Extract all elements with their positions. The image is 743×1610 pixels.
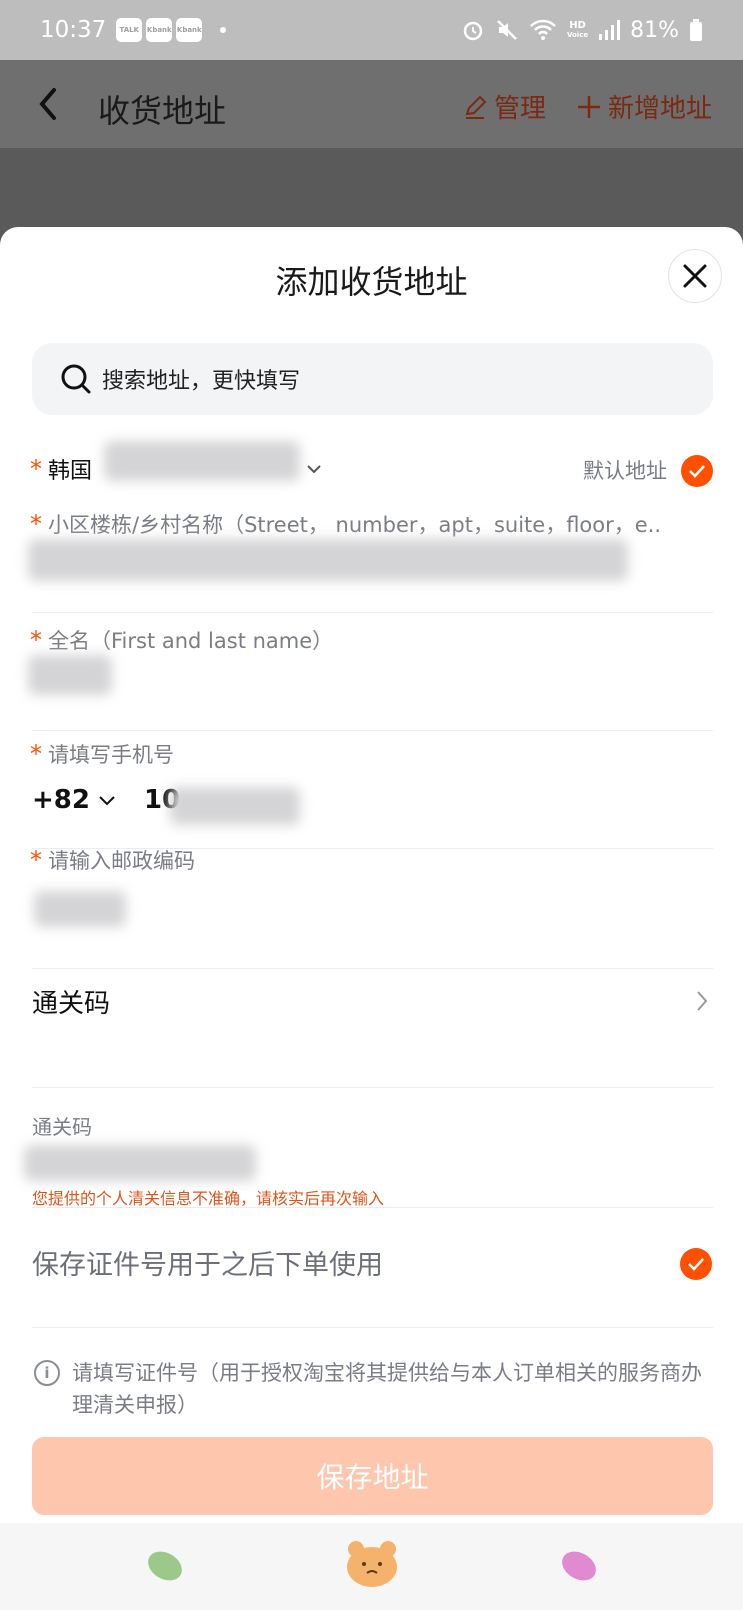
checkmark-icon bbox=[689, 465, 705, 478]
fullname-field-label: * 全名（First and last name） bbox=[30, 626, 334, 654]
search-icon bbox=[61, 364, 91, 394]
country-selector[interactable]: * 韩国 bbox=[30, 453, 92, 485]
country-code-selector[interactable]: +82 bbox=[32, 785, 90, 815]
save-id-label: 保存证件号用于之后下单使用 bbox=[32, 1250, 383, 1281]
status-time: 10:37 bbox=[40, 17, 107, 43]
divider bbox=[32, 1207, 713, 1208]
back-arrow-icon[interactable] bbox=[34, 84, 64, 124]
customs-input-redacted[interactable] bbox=[24, 1145, 256, 1181]
country-label: 韩国 bbox=[48, 459, 93, 484]
manage-label: 管理 bbox=[494, 94, 547, 124]
new-address-label: 新增地址 bbox=[608, 94, 713, 124]
recents-nav-icon[interactable] bbox=[558, 1545, 600, 1587]
mute-icon bbox=[497, 20, 517, 40]
talk-notification-icon: TALK bbox=[116, 18, 143, 42]
signal-icon bbox=[599, 20, 621, 40]
alarm-icon bbox=[463, 21, 483, 41]
street-input-redacted[interactable] bbox=[28, 539, 628, 581]
checkmark-icon bbox=[688, 1258, 704, 1271]
status-bar: 10:37 TALK Kbank Kbank HD Voice 81% bbox=[0, 0, 743, 60]
home-nav-icon[interactable] bbox=[344, 1537, 400, 1589]
kbank-notification-icon: Kbank bbox=[176, 18, 203, 42]
plus-icon bbox=[578, 95, 600, 118]
divider bbox=[32, 730, 713, 731]
chevron-down-icon[interactable] bbox=[98, 794, 116, 806]
default-address-label: 默认地址 bbox=[583, 459, 667, 483]
new-address-button[interactable]: 新增地址 bbox=[576, 88, 712, 125]
id-info-note: i 请填写证件号（用于授权淘宝将其提供给与本人订单相关的服务商办理清关申报） bbox=[34, 1357, 714, 1421]
postal-input-redacted[interactable] bbox=[34, 891, 126, 927]
address-search-input[interactable]: 搜索地址，更快填写 bbox=[32, 343, 713, 415]
save-id-checkbox[interactable] bbox=[680, 1248, 712, 1280]
hd-voice-icon: HD Voice bbox=[566, 19, 589, 39]
required-asterisk: * bbox=[30, 846, 42, 874]
phone-number-redacted[interactable] bbox=[170, 787, 300, 825]
chevron-right-icon bbox=[697, 991, 708, 1011]
edit-icon bbox=[465, 95, 487, 119]
required-asterisk: * bbox=[30, 455, 42, 483]
close-icon bbox=[683, 264, 707, 288]
required-asterisk: * bbox=[30, 740, 42, 768]
back-nav-icon[interactable] bbox=[144, 1545, 186, 1587]
battery-percent: 81% bbox=[630, 17, 679, 43]
search-placeholder: 搜索地址，更快填写 bbox=[102, 369, 301, 394]
battery-icon bbox=[690, 19, 702, 41]
required-asterisk: * bbox=[30, 626, 42, 654]
close-button[interactable] bbox=[668, 249, 722, 303]
phone-input[interactable]: +82 10 bbox=[32, 785, 180, 815]
phone-field-label: * 请填写手机号 bbox=[30, 740, 174, 768]
default-address-checkbox[interactable] bbox=[681, 455, 713, 487]
region-value-redacted[interactable] bbox=[104, 441, 300, 481]
divider bbox=[32, 1327, 713, 1328]
customs-code-row[interactable]: 通关码 bbox=[32, 969, 713, 1033]
postal-field-label: * 请输入邮政编码 bbox=[30, 846, 195, 874]
chevron-down-icon[interactable] bbox=[306, 463, 322, 475]
info-icon: i bbox=[34, 1360, 60, 1386]
street-field-label: * 小区楼栋/乡村名称（Street， number，apt，suite，flo… bbox=[30, 510, 662, 538]
required-asterisk: * bbox=[30, 510, 42, 538]
divider bbox=[32, 1087, 713, 1088]
customs-error-message: 您提供的个人清关信息不准确，请核实后再次输入 bbox=[32, 1189, 385, 1208]
manage-button[interactable]: 管理 bbox=[462, 88, 546, 125]
modal-backdrop[interactable] bbox=[0, 148, 743, 228]
system-nav-bar bbox=[0, 1523, 743, 1610]
more-notifications-dot bbox=[220, 27, 227, 33]
page-title: 收货地址 bbox=[98, 92, 227, 130]
kbank-notification-icon: Kbank bbox=[146, 18, 173, 42]
fullname-input-redacted[interactable] bbox=[28, 655, 112, 695]
add-address-sheet: 添加收货地址 搜索地址，更快填写 * 韩国 默认地址 * 小区楼栋/乡村名称（S… bbox=[0, 227, 743, 1523]
customs-field-label: 通关码 bbox=[32, 1115, 92, 1139]
wifi-icon bbox=[530, 19, 556, 40]
save-address-button[interactable]: 保存地址 bbox=[32, 1437, 713, 1515]
customs-row-label: 通关码 bbox=[32, 988, 111, 1019]
sheet-title: 添加收货地址 bbox=[275, 263, 468, 301]
divider bbox=[32, 612, 713, 613]
app-header: 收货地址 管理 新增地址 bbox=[0, 60, 743, 148]
